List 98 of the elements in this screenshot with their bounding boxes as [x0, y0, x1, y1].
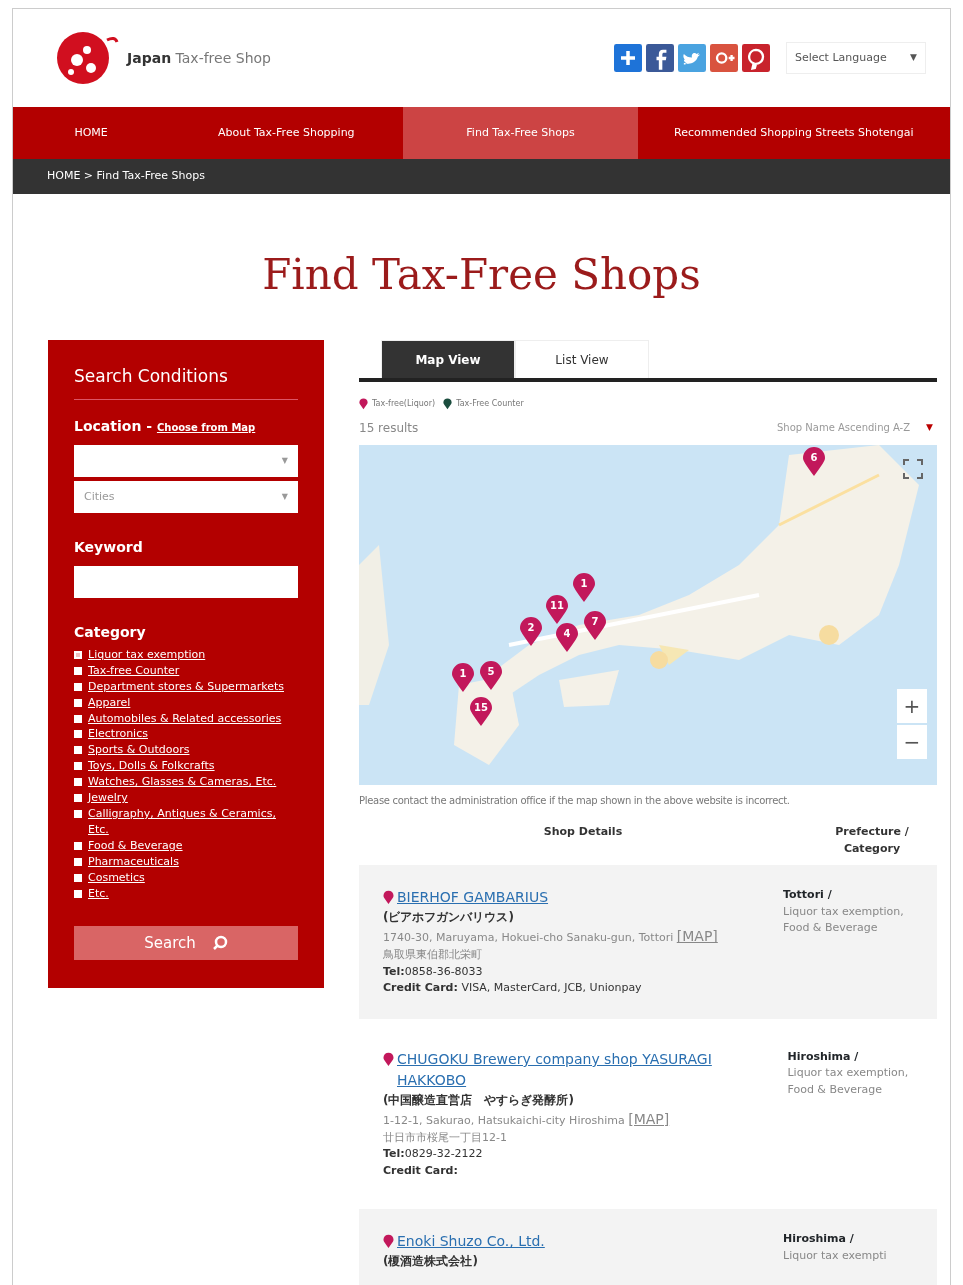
category-link[interactable]: Pharmaceuticals [88, 853, 179, 870]
map-link[interactable]: [MAP] [628, 1110, 670, 1127]
map-marker[interactable]: 11 [545, 595, 569, 626]
sort-select[interactable]: Shop Name Ascending A-Z ▼ [772, 418, 937, 438]
prefecture: Tottori / [783, 887, 833, 904]
category-link[interactable]: Tax-free Counter [88, 662, 180, 679]
nav-link[interactable]: Recommended Shopping Streets Shotengai [637, 107, 950, 159]
phone-number: Tel:0829-32-2122 [383, 1146, 484, 1163]
checkbox[interactable] [74, 730, 82, 739]
checkbox[interactable] [74, 650, 82, 659]
category-link[interactable]: Cosmetics [88, 869, 145, 886]
shop-name-japanese: (榎酒造株式会社) [383, 1253, 479, 1271]
share-icon[interactable] [614, 44, 642, 72]
column-header: Prefecture / Category [834, 824, 910, 857]
checkbox[interactable] [74, 714, 82, 723]
map-marker[interactable]: 2 [519, 617, 543, 648]
nav-link[interactable]: Find Tax-Free Shops [403, 107, 638, 159]
checkbox[interactable] [74, 873, 82, 882]
category-link[interactable]: Automobiles & Related accessories [88, 710, 282, 727]
checkbox[interactable] [74, 842, 82, 851]
breadcrumb[interactable]: HOME > Find Tax-Free Shops [47, 168, 205, 185]
map-marker[interactable]: 6 [802, 447, 826, 478]
fullscreen-icon[interactable] [901, 457, 925, 482]
checkbox[interactable] [74, 810, 82, 819]
category-link[interactable]: Food & Beverage [88, 838, 183, 854]
map-note: Please contact the administration office if the map shown in the above website is incorrect. [359, 794, 791, 809]
nav-link[interactable]: HOME [13, 107, 170, 159]
category-label: Category [74, 622, 147, 642]
shop-address: 1-12-1, Sakurao, Hatsukaichi-city Hiroshima [MAP] [383, 1109, 671, 1129]
address-japanese: 鳥取県東伯郡北栄町 [383, 947, 483, 964]
page-title: Find Tax-Free Shops [261, 250, 702, 301]
map-pin-icon [383, 890, 394, 906]
map-marker[interactable]: 1 [572, 573, 596, 604]
category-link[interactable]: Watches, Glasses & Cameras, Etc. [88, 774, 277, 791]
keyword-field[interactable] [74, 565, 298, 598]
keyword-label: Keyword [74, 537, 144, 557]
map-marker[interactable]: 1 [451, 663, 475, 694]
prefecture: Hiroshima / [787, 1048, 860, 1065]
search-icon [211, 934, 228, 951]
zoom-out-button[interactable]: − [897, 725, 927, 760]
column-header: Shop Details [542, 824, 624, 841]
checkbox[interactable] [74, 778, 82, 787]
sidebar-title: Search Conditions [74, 366, 298, 400]
search-button[interactable]: Search [74, 925, 298, 960]
zoom-in-button[interactable]: + [897, 689, 927, 724]
shop-name-japanese: (ビアホフガンバリウス) [383, 909, 515, 927]
shop-name-link[interactable]: Enoki Shuzo Co., Ltd. [397, 1231, 545, 1253]
shop-name-japanese: (中国醸造直営店 やすらぎ発酵所) [383, 1091, 575, 1109]
choose-from-map-link[interactable]: Choose from Map [156, 421, 256, 433]
category-link[interactable]: Jewelry [88, 790, 128, 807]
view-tab[interactable]: List View [515, 340, 649, 379]
category-link[interactable]: Electronics [88, 726, 148, 743]
legend-label: Tax-free(Liquor) [372, 398, 436, 411]
checkbox[interactable] [74, 762, 82, 771]
map-marker[interactable]: 7 [583, 611, 607, 642]
brand-name[interactable]: Japan Tax-free Shop [127, 47, 271, 69]
address-japanese: 廿日市市桜尾一丁目12-1 [383, 1129, 508, 1146]
category-link[interactable]: Sports & Outdoors [88, 742, 190, 759]
category-text: Liquor tax exemption, Food & Beverage [787, 1065, 910, 1098]
checkbox[interactable] [74, 666, 82, 675]
category-link[interactable]: Etc. [88, 885, 109, 902]
category-link[interactable]: Toys, Dolls & Folkcrafts [88, 758, 215, 775]
location-label: Location - [74, 417, 154, 434]
caret-icon: ▼ [281, 454, 288, 467]
prefecture: Hiroshima / [783, 1231, 855, 1248]
category-link[interactable]: Liquor tax exemption [88, 646, 206, 663]
checkbox[interactable] [74, 794, 82, 803]
map-marker[interactable]: 15 [469, 697, 493, 728]
caret-icon: ▼ [281, 490, 288, 503]
map-pin-icon [383, 1234, 394, 1250]
category-link[interactable]: Apparel [88, 694, 131, 711]
checkbox[interactable] [74, 698, 82, 707]
language-select[interactable]: Select Language ▼ [786, 42, 926, 74]
results-count: 15 results [359, 419, 419, 437]
phone-number: Tel:0858-36-8033 [383, 963, 484, 980]
shop-name-link[interactable]: BIERHOF GAMBARIUS [397, 887, 549, 909]
shop-address: 1740-30, Maruyama, Hokuei-cho Sanaku-gun, Tottori [MAP] [383, 927, 719, 947]
credit-card-info: Credit Card: VISA, MasterCard, JCB, Unionpay [383, 980, 643, 997]
category-text: Liquor tax exempti [783, 1247, 888, 1264]
category-link[interactable]: Department stores & Supermarkets [88, 678, 284, 695]
checkbox[interactable] [74, 746, 82, 755]
view-tab[interactable]: Map View [381, 340, 515, 379]
checkbox[interactable] [74, 857, 82, 866]
legend-label: Tax-Free Counter [456, 398, 524, 411]
caret-icon: ▼ [926, 421, 933, 435]
checkbox[interactable] [74, 889, 82, 898]
map-pin-icon [383, 1051, 394, 1067]
map-marker[interactable]: 4 [555, 623, 579, 654]
nav-link[interactable]: About Tax-Free Shopping [169, 107, 404, 159]
category-text: Liquor tax exemption, Food & Beverage [783, 903, 905, 937]
map-marker[interactable]: 5 [479, 661, 503, 692]
credit-card-info: Credit Card: [383, 1162, 459, 1179]
google-plus-icon[interactable] [710, 44, 738, 72]
caret-icon: ▼ [910, 51, 917, 65]
facebook-icon[interactable] [646, 44, 674, 72]
shop-name-link[interactable]: CHUGOKU Brewery company shop YASURAGI HAKKOBO [397, 1048, 772, 1091]
category-link[interactable]: Calligraphy, Antiques & Ceramics, Etc. [88, 806, 298, 839]
checkbox[interactable] [74, 682, 82, 691]
